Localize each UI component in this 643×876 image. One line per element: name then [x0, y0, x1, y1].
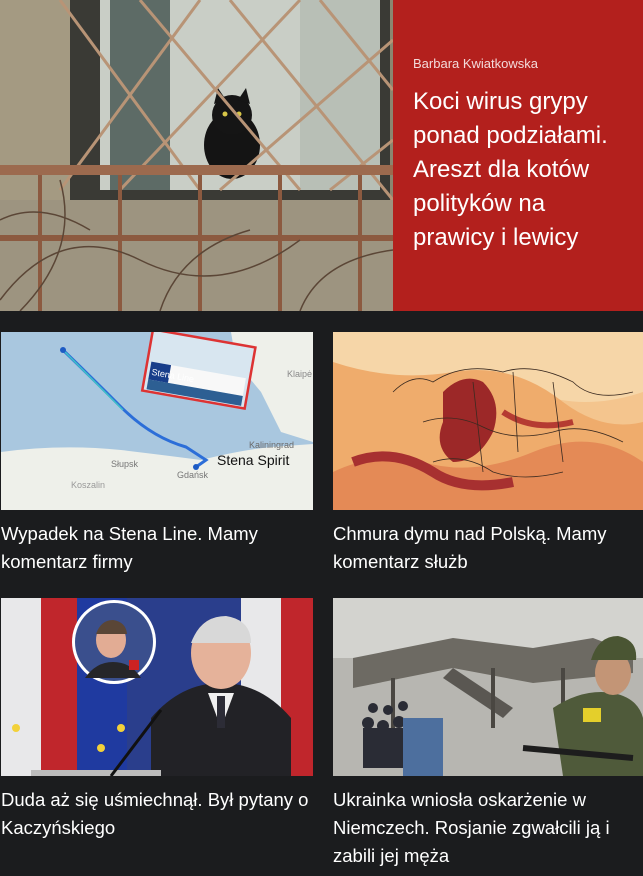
- map-label-kaliningrad: Kaliningrad: [249, 440, 294, 450]
- article-headline[interactable]: Ukrainka wniosła oskarżenie w Niemczech.…: [333, 786, 643, 870]
- map-label-slupsk: Słupsk: [111, 459, 139, 469]
- article-card-ukraine[interactable]: Ukrainka wniosła oskarżenie w Niemczech.…: [333, 598, 643, 870]
- article-card-stena-line[interactable]: Stena Line Klaipė Kaliningrad Stena Spir…: [1, 332, 313, 576]
- ukraine-thumbnail[interactable]: [333, 598, 643, 776]
- map-label-gdansk: Gdańsk: [177, 470, 209, 480]
- article-headline[interactable]: Duda aż się uśmiechnął. Był pytany o Kac…: [1, 786, 313, 842]
- article-card-smoke-cloud[interactable]: Chmura dymu nad Polską. Mamy komentarz s…: [333, 332, 643, 576]
- author-name[interactable]: Barbara Kwiatkowska: [413, 56, 623, 71]
- smoke-map-thumbnail[interactable]: [333, 332, 643, 510]
- map-label-koszalin: Koszalin: [71, 480, 105, 490]
- map-thumbnail[interactable]: Stena Line Klaipė Kaliningrad Stena Spir…: [1, 332, 313, 510]
- hero-article[interactable]: Barbara Kwiatkowska Koci wirus grypy pon…: [0, 0, 643, 311]
- map-label-ship: Stena Spirit: [217, 452, 289, 468]
- map-label-klaipeda: Klaipė: [287, 369, 312, 379]
- article-card-duda[interactable]: Duda aż się uśmiechnął. Był pytany o Kac…: [1, 598, 313, 842]
- hero-headline[interactable]: Koci wirus grypy ponad podziałami. Aresz…: [413, 85, 623, 255]
- politicians-thumbnail[interactable]: [1, 598, 313, 776]
- hero-text-panel[interactable]: Barbara Kwiatkowska Koci wirus grypy pon…: [393, 0, 643, 311]
- article-headline[interactable]: Wypadek na Stena Line. Mamy komentarz fi…: [1, 520, 313, 576]
- hero-image[interactable]: [0, 0, 393, 311]
- article-headline[interactable]: Chmura dymu nad Polską. Mamy komentarz s…: [333, 520, 643, 576]
